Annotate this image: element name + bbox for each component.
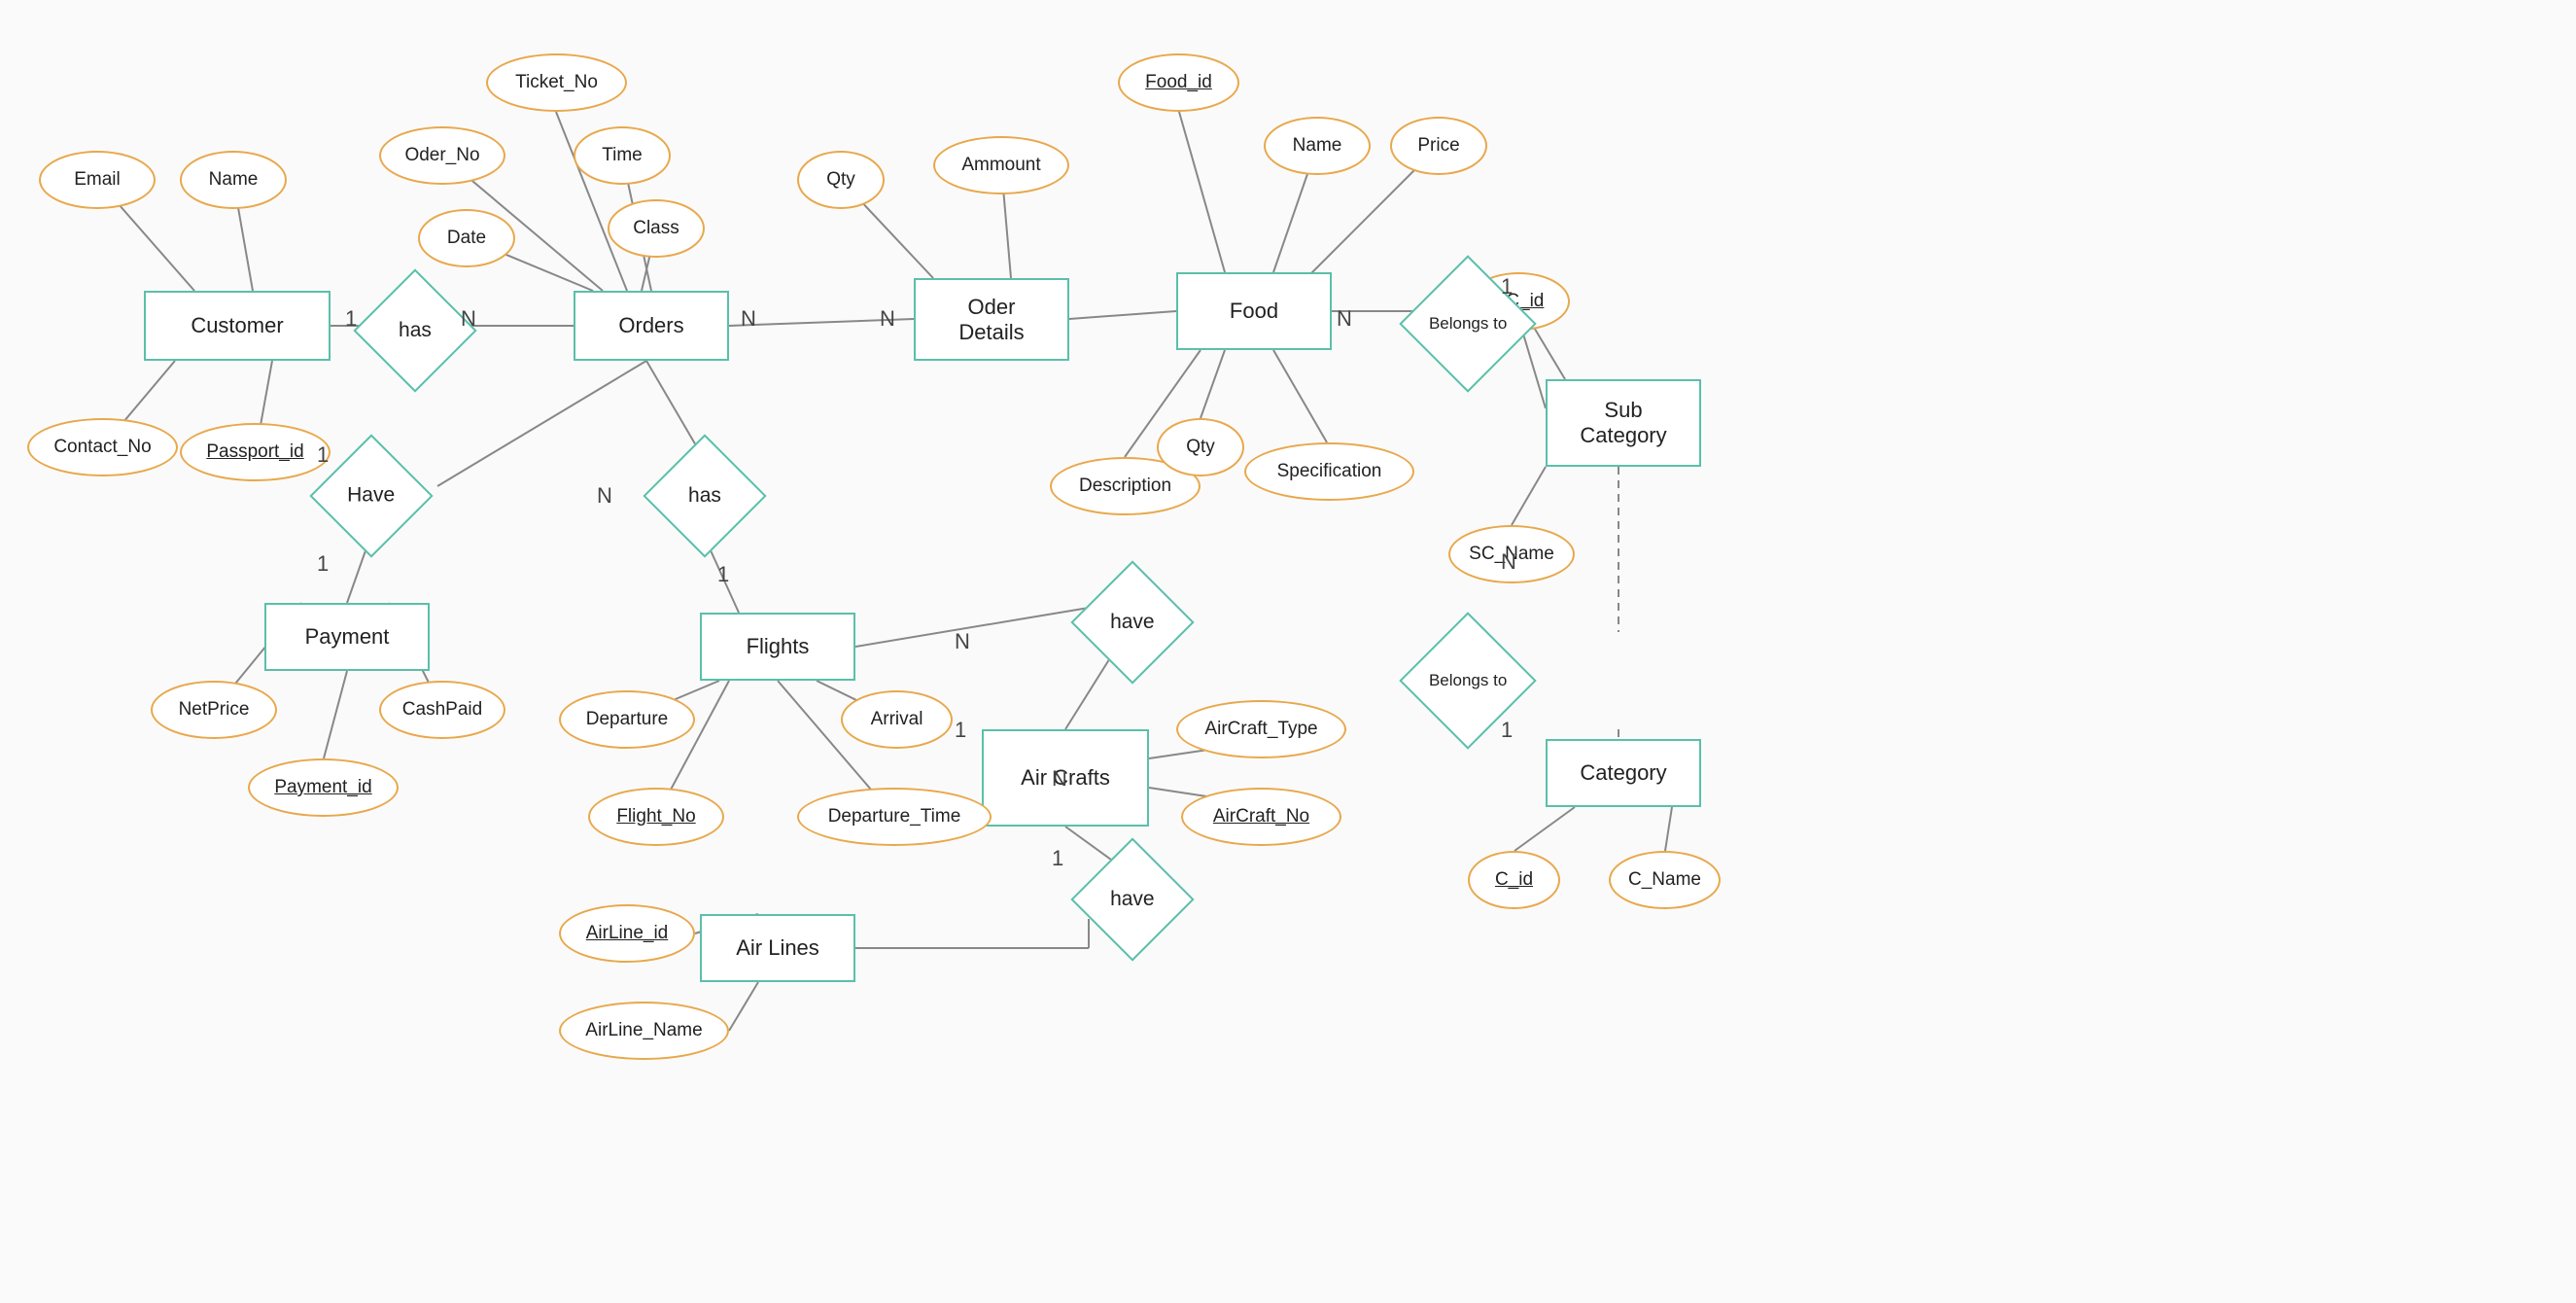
attr-contact-no: Contact_No	[27, 418, 178, 476]
entity-sub-category-label: SubCategory	[1580, 398, 1666, 448]
label-1-belongs-to2: 1	[1501, 718, 1513, 743]
label-n-flights-have: N	[955, 629, 970, 654]
label-1-customer-has: 1	[345, 306, 357, 332]
rel-has-customer-orders: has	[353, 268, 476, 392]
entity-air-lines: Air Lines	[700, 914, 855, 982]
attr-arrival: Arrival	[841, 690, 953, 749]
attr-food-id: Food_id	[1118, 53, 1239, 112]
label-1-has2-flights: 1	[717, 562, 729, 587]
label-n-orders-has2: N	[597, 483, 612, 509]
entity-category-label: Category	[1580, 760, 1666, 786]
entity-payment: Payment	[264, 603, 430, 671]
entity-customer-label: Customer	[191, 313, 283, 338]
attr-aircraft-type: AirCraft_Type	[1176, 700, 1346, 758]
entity-orders: Orders	[574, 291, 729, 361]
attr-netprice: NetPrice	[151, 681, 277, 739]
rel-have-aircrafts-airlines: have	[1070, 837, 1194, 961]
entity-oder-details-label: OderDetails	[958, 295, 1024, 345]
entity-food-label: Food	[1230, 299, 1278, 324]
attr-specification: Specification	[1244, 442, 1414, 501]
attr-ammount: Ammount	[933, 136, 1069, 194]
attr-departure-time: Departure_Time	[797, 788, 992, 846]
label-n-oder-details: N	[880, 306, 895, 332]
rel-have-flights-aircrafts: have	[1070, 560, 1194, 684]
rel-has-orders-flights: has	[643, 434, 766, 557]
attr-qty-order: Qty	[797, 151, 885, 209]
label-1-have-orders: 1	[317, 442, 329, 468]
attr-oder-no: Oder_No	[379, 126, 505, 185]
entity-category: Category	[1546, 739, 1701, 807]
attr-c-name: C_Name	[1609, 851, 1721, 909]
attr-cashpaid: CashPaid	[379, 681, 505, 739]
attr-name-cust: Name	[180, 151, 287, 209]
attr-departure: Departure	[559, 690, 695, 749]
attr-passport-id: Passport_id	[180, 423, 331, 481]
entity-food: Food	[1176, 272, 1332, 350]
attr-email: Email	[39, 151, 156, 209]
label-1-have2-airlines: 1	[1052, 846, 1063, 871]
entity-orders-label: Orders	[618, 313, 683, 338]
entity-oder-details: OderDetails	[914, 278, 1069, 361]
label-n-food: N	[1337, 306, 1352, 332]
entity-customer: Customer	[144, 291, 331, 361]
attr-c-id: C_id	[1468, 851, 1560, 909]
attr-flight-no: Flight_No	[588, 788, 724, 846]
attr-class: Class	[608, 199, 705, 258]
entity-flights-label: Flights	[747, 634, 810, 659]
rel-belongs-to-subcategory-category: Belongs to	[1399, 612, 1536, 749]
er-diagram: Customer Orders OderDetails Food Payment…	[0, 0, 2576, 1303]
label-1-have-payment: 1	[317, 551, 329, 577]
label-n-subcategory-belongs2: N	[1501, 549, 1516, 575]
attr-name-food: Name	[1264, 117, 1371, 175]
attr-date: Date	[418, 209, 515, 267]
attr-payment-id: Payment_id	[248, 758, 399, 817]
label-n-has-orders: N	[461, 306, 476, 332]
attr-time: Time	[574, 126, 671, 185]
attr-qty-food: Qty	[1157, 418, 1244, 476]
attr-price: Price	[1390, 117, 1487, 175]
label-1-belongs-to1: 1	[1501, 274, 1513, 299]
entity-flights: Flights	[700, 613, 855, 681]
label-n-orders-oder-details: N	[741, 306, 756, 332]
entity-sub-category: SubCategory	[1546, 379, 1701, 467]
attr-ticket-no: Ticket_No	[486, 53, 627, 112]
label-n-aircrafts-have2: N	[1052, 766, 1067, 792]
attr-aircraft-no: AirCraft_No	[1181, 788, 1341, 846]
label-1-have-aircrafts: 1	[955, 718, 966, 743]
entity-payment-label: Payment	[305, 624, 390, 650]
attr-airline-name: AirLine_Name	[559, 1002, 729, 1060]
entity-air-lines-label: Air Lines	[736, 935, 819, 961]
attr-airline-id: AirLine_id	[559, 904, 695, 963]
